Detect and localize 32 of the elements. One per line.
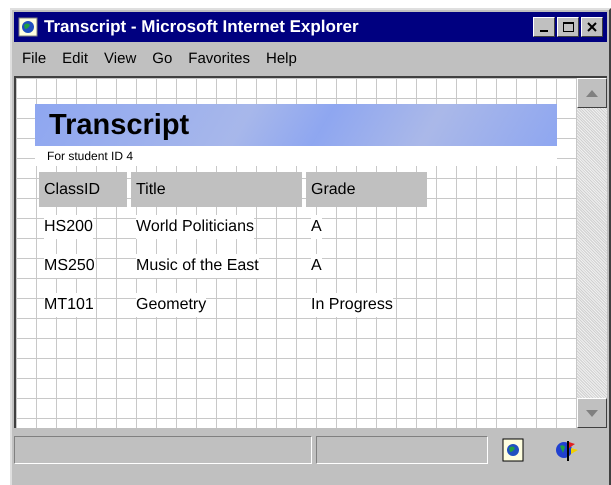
column-header: ClassID: [39, 172, 127, 207]
table-cell: MS250: [44, 254, 95, 278]
table-cell: In Progress: [311, 292, 393, 316]
globe-page-icon: [502, 438, 524, 462]
maximize-button[interactable]: [557, 17, 579, 37]
subtitle: For student ID 4: [47, 148, 134, 165]
scroll-down-button[interactable]: [577, 398, 607, 428]
column-header: Title: [131, 172, 302, 207]
column-header: Grade: [306, 172, 427, 207]
menu-item[interactable]: Favorites: [188, 48, 250, 70]
menu-item[interactable]: Go: [152, 48, 172, 70]
close-icon: [587, 22, 597, 32]
menu-item[interactable]: Help: [266, 48, 297, 70]
globe-page-icon: [18, 17, 38, 37]
minimize-button[interactable]: [533, 17, 555, 37]
page-heading: Transcript: [49, 110, 190, 140]
table-cell: A: [311, 254, 322, 278]
table-cell: World Politicians: [136, 214, 254, 238]
table-cell: A: [311, 214, 322, 238]
scrollbar[interactable]: [577, 78, 607, 428]
table-cell: HS200: [44, 214, 93, 238]
menu-item[interactable]: View: [104, 48, 136, 70]
close-button[interactable]: [581, 17, 603, 37]
menu-item[interactable]: File: [22, 48, 46, 70]
up-arrow-icon: [586, 90, 598, 96]
table-cell: MT101: [44, 292, 94, 316]
table-cell: Geometry: [136, 292, 206, 316]
down-arrow-icon: [586, 410, 598, 416]
table-cell: Music of the East: [136, 254, 259, 278]
scroll-up-button[interactable]: [577, 78, 607, 108]
window-title: Transcript - Microsoft Internet Explorer: [44, 16, 360, 38]
menu-item[interactable]: Edit: [62, 48, 88, 70]
